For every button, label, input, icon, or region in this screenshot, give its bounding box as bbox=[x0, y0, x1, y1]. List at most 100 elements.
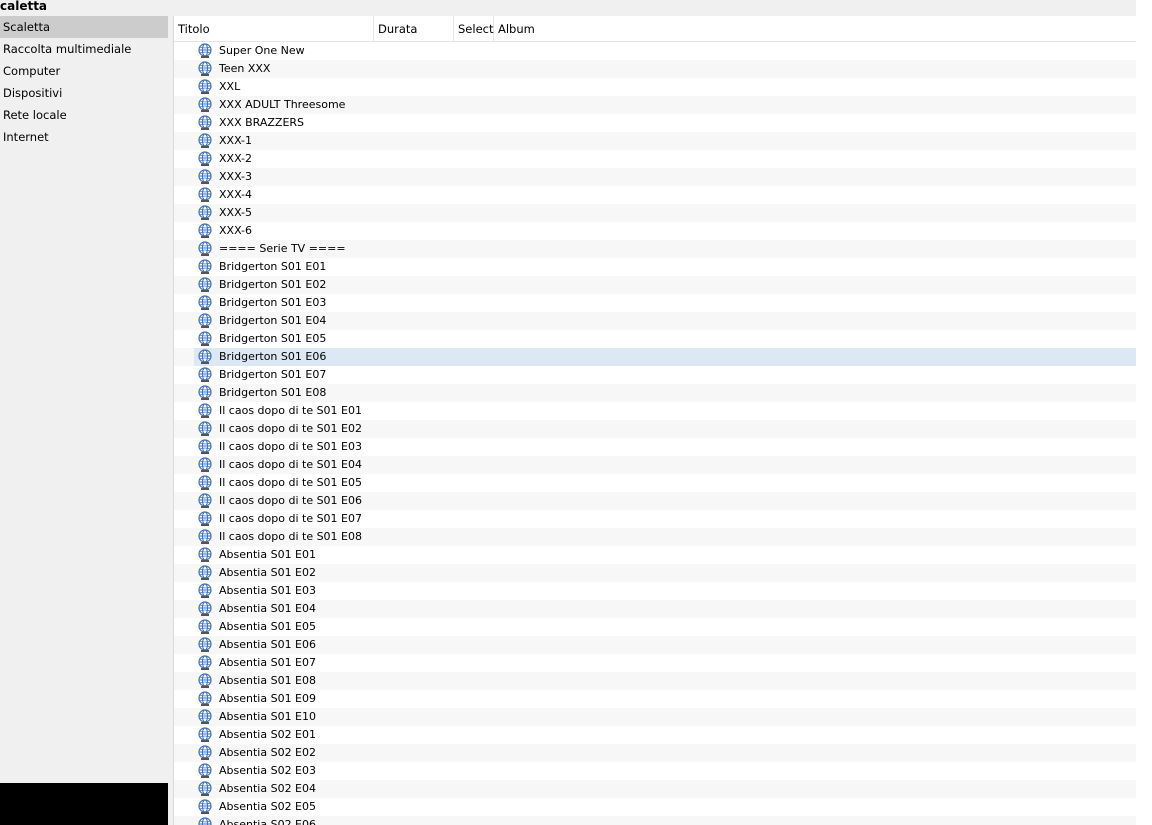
playlist-row[interactable]: Absentia S02 E02 bbox=[174, 744, 1137, 762]
playlist-row[interactable]: Absentia S01 E01 bbox=[174, 546, 1137, 564]
row-title: Absentia S02 E06 bbox=[219, 818, 317, 825]
playlist-row[interactable]: Absentia S02 E03 bbox=[174, 762, 1137, 780]
playlist-row[interactable]: Absentia S01 E02 bbox=[174, 564, 1137, 582]
row-title: Absentia S01 E07 bbox=[219, 656, 317, 669]
sidebar-item-scaletta[interactable]: Scaletta bbox=[0, 16, 168, 38]
network-stream-icon bbox=[197, 565, 213, 581]
column-header-durata[interactable]: Durata bbox=[374, 16, 454, 41]
network-stream-icon bbox=[197, 619, 213, 635]
row-title: Bridgerton S01 E08 bbox=[219, 386, 327, 399]
row-title: XXX-2 bbox=[219, 152, 253, 165]
sidebar-item-rete-locale[interactable]: Rete locale bbox=[0, 104, 168, 126]
row-title: XXX BRAZZERS bbox=[219, 116, 305, 129]
playlist-row[interactable]: Teen XXX bbox=[174, 60, 1137, 78]
playlist-row[interactable]: Absentia S02 E04 bbox=[174, 780, 1137, 798]
playlist-row[interactable]: Bridgerton S01 E07 bbox=[174, 366, 1137, 384]
playlist-row[interactable]: Bridgerton S01 E01 bbox=[174, 258, 1137, 276]
playlist-row[interactable]: Il caos dopo di te S01 E07 bbox=[174, 510, 1137, 528]
playlist-row[interactable]: Absentia S01 E03 bbox=[174, 582, 1137, 600]
playlist-row[interactable]: Bridgerton S01 E05 bbox=[174, 330, 1137, 348]
playlist-row[interactable]: Absentia S01 E04 bbox=[174, 600, 1137, 618]
row-title: Il caos dopo di te S01 E08 bbox=[219, 530, 362, 543]
playlist-row[interactable]: XXX ADULT Threesome bbox=[174, 96, 1137, 114]
network-stream-icon bbox=[197, 367, 213, 383]
row-title: Absentia S01 E10 bbox=[219, 710, 317, 723]
network-stream-icon bbox=[197, 115, 213, 131]
row-title: Absentia S01 E09 bbox=[219, 692, 317, 705]
network-stream-icon bbox=[197, 817, 213, 825]
network-stream-icon bbox=[197, 529, 213, 545]
playlist-row[interactable]: Absentia S02 E01 bbox=[174, 726, 1137, 744]
network-stream-icon bbox=[197, 259, 213, 275]
network-stream-icon bbox=[197, 493, 213, 509]
row-title: Absentia S02 E05 bbox=[219, 800, 317, 813]
sidebar-item-computer[interactable]: Computer bbox=[0, 60, 168, 82]
network-stream-icon bbox=[197, 601, 213, 617]
playlist-row[interactable]: Il caos dopo di te S01 E04 bbox=[174, 456, 1137, 474]
playlist-row[interactable]: Absentia S01 E07 bbox=[174, 654, 1137, 672]
column-header-titolo[interactable]: Titolo bbox=[174, 16, 374, 41]
row-title: XXX ADULT Threesome bbox=[219, 98, 346, 111]
row-title: Bridgerton S01 E07 bbox=[219, 368, 327, 381]
playlist-row[interactable]: Super One New bbox=[174, 42, 1137, 60]
playlist-row[interactable]: Absentia S01 E06 bbox=[174, 636, 1137, 654]
video-preview-area bbox=[0, 783, 168, 825]
row-title: Bridgerton S01 E04 bbox=[219, 314, 327, 327]
playlist-row[interactable]: Il caos dopo di te S01 E05 bbox=[174, 474, 1137, 492]
row-title: Il caos dopo di te S01 E06 bbox=[219, 494, 362, 507]
playlist-row[interactable]: Il caos dopo di te S01 E08 bbox=[174, 528, 1137, 546]
playlist-row[interactable]: Bridgerton S01 E03 bbox=[174, 294, 1137, 312]
row-title: Absentia S02 E02 bbox=[219, 746, 317, 759]
playlist-row[interactable]: XXX-6 bbox=[174, 222, 1137, 240]
playlist-row[interactable]: ==== Serie TV ==== bbox=[174, 240, 1137, 258]
playlist-row[interactable]: Il caos dopo di te S01 E01 bbox=[174, 402, 1137, 420]
row-title: Bridgerton S01 E05 bbox=[219, 332, 327, 345]
row-title: Il caos dopo di te S01 E07 bbox=[219, 512, 362, 525]
row-title: Absentia S01 E01 bbox=[219, 548, 317, 561]
row-title: Bridgerton S01 E06 bbox=[219, 350, 327, 363]
playlist-row[interactable]: XXX-3 bbox=[174, 168, 1137, 186]
playlist-row[interactable]: XXX-5 bbox=[174, 204, 1137, 222]
network-stream-icon bbox=[197, 421, 213, 437]
sidebar-item-raccolta-multimediale[interactable]: Raccolta multimediale bbox=[0, 38, 168, 60]
network-stream-icon bbox=[197, 547, 213, 563]
column-header-select[interactable]: Select bbox=[454, 16, 494, 41]
playlist-row[interactable]: Absentia S02 E06 bbox=[174, 816, 1137, 825]
playlist-row[interactable]: Il caos dopo di te S01 E06 bbox=[174, 492, 1137, 510]
network-stream-icon bbox=[197, 79, 213, 95]
row-title: Absentia S02 E01 bbox=[219, 728, 317, 741]
playlist-header: Titolo Durata Select Album bbox=[174, 16, 1137, 42]
network-stream-icon bbox=[197, 61, 213, 77]
playlist-row[interactable]: Il caos dopo di te S01 E02 bbox=[174, 420, 1137, 438]
row-title: XXL bbox=[219, 80, 241, 93]
row-title: XXX-4 bbox=[219, 188, 253, 201]
playlist-row[interactable]: XXL bbox=[174, 78, 1137, 96]
playlist-row[interactable]: Bridgerton S01 E04 bbox=[174, 312, 1137, 330]
row-title: XXX-3 bbox=[219, 170, 253, 183]
row-title: Il caos dopo di te S01 E02 bbox=[219, 422, 362, 435]
playlist-row[interactable]: XXX BRAZZERS bbox=[174, 114, 1137, 132]
playlist-rows: Super One New Teen XXX XXL XXX ADULT Threes… bbox=[174, 42, 1137, 825]
playlist-row[interactable]: XXX-4 bbox=[174, 186, 1137, 204]
row-title: ==== Serie TV ==== bbox=[219, 242, 346, 255]
row-title: Teen XXX bbox=[219, 62, 271, 75]
vlc-playlist-window: caletta Scaletta Raccolta multimediale C… bbox=[0, 0, 1152, 825]
network-stream-icon bbox=[197, 637, 213, 653]
playlist-row[interactable]: XXX-2 bbox=[174, 150, 1137, 168]
playlist-row[interactable]: Bridgerton S01 E06 bbox=[174, 348, 1137, 366]
network-stream-icon bbox=[197, 277, 213, 293]
playlist-row[interactable]: Absentia S02 E05 bbox=[174, 798, 1137, 816]
playlist-row[interactable]: Bridgerton S01 E08 bbox=[174, 384, 1137, 402]
network-stream-icon bbox=[197, 223, 213, 239]
right-gutter bbox=[1136, 0, 1152, 825]
column-header-album[interactable]: Album bbox=[494, 16, 614, 41]
playlist-row[interactable]: Absentia S01 E05 bbox=[174, 618, 1137, 636]
sidebar-item-internet[interactable]: Internet bbox=[0, 126, 168, 148]
playlist-row[interactable]: Absentia S01 E09 bbox=[174, 690, 1137, 708]
playlist-row[interactable]: Bridgerton S01 E02 bbox=[174, 276, 1137, 294]
playlist-row[interactable]: Absentia S01 E10 bbox=[174, 708, 1137, 726]
playlist-row[interactable]: XXX-1 bbox=[174, 132, 1137, 150]
sidebar-item-dispositivi[interactable]: Dispositivi bbox=[0, 82, 168, 104]
playlist-row[interactable]: Il caos dopo di te S01 E03 bbox=[174, 438, 1137, 456]
playlist-row[interactable]: Absentia S01 E08 bbox=[174, 672, 1137, 690]
